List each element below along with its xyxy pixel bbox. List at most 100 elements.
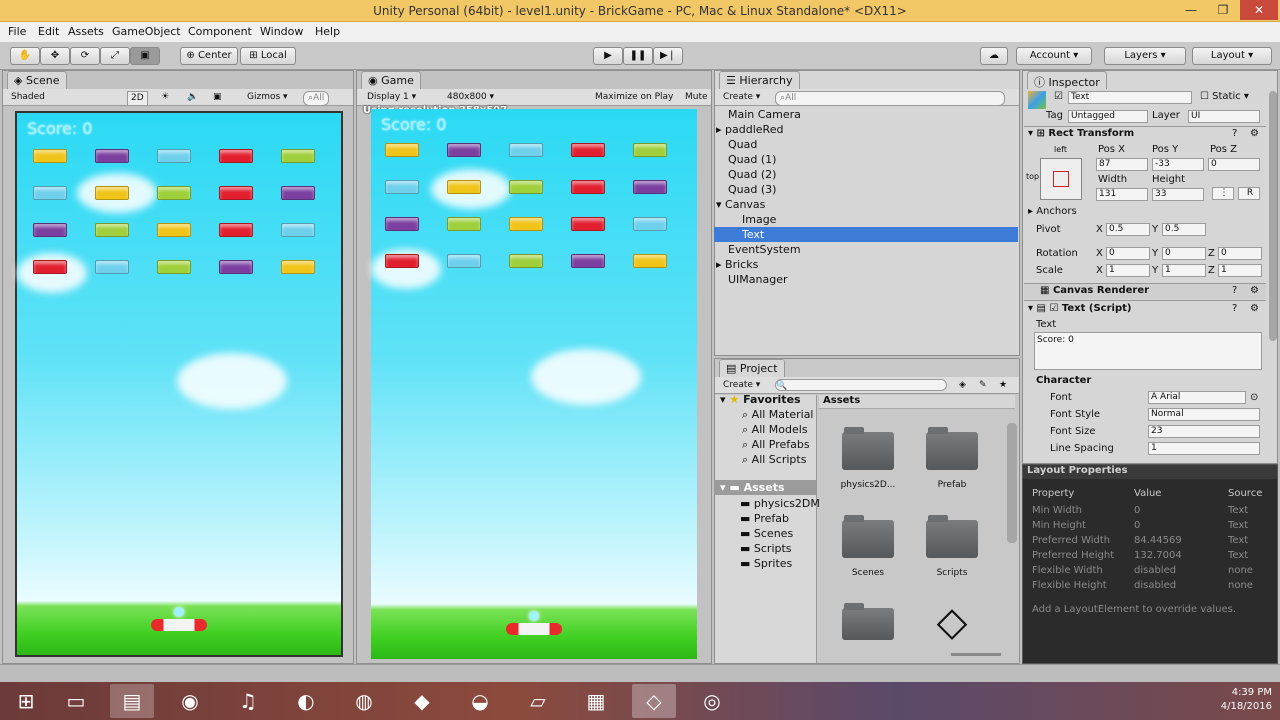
game-canvas[interactable]: Score: 0 — [371, 109, 697, 659]
menu-file[interactable]: File — [8, 25, 26, 38]
chrome-icon[interactable]: ◉ — [168, 684, 212, 718]
pivot-y-field[interactable]: 0.5 — [1162, 223, 1206, 236]
blender-icon[interactable]: ◒ — [458, 684, 502, 718]
static-toggle[interactable]: ☐ Static ▾ — [1200, 91, 1249, 102]
inkscape-icon[interactable]: ◆ — [400, 684, 444, 718]
expand-arrow-icon[interactable]: ▸ — [716, 123, 722, 136]
maximize-on-play-toggle[interactable]: Maximize on Play — [595, 91, 673, 104]
breadcrumb-assets[interactable]: Assets — [823, 395, 860, 406]
hierarchy-item[interactable]: Quad (2) — [728, 167, 776, 182]
pause-button[interactable]: ❚❚ — [623, 47, 653, 65]
collapse-arrow-icon[interactable]: ▾ — [716, 198, 722, 211]
menu-help[interactable]: Help — [315, 25, 340, 38]
menu-assets[interactable]: Assets — [68, 25, 104, 38]
tab-game[interactable]: ◉ Game — [361, 71, 421, 89]
hierarchy-item[interactable]: ▾ Canvas — [716, 197, 765, 212]
rotate-tool-icon[interactable]: ⟳ — [70, 47, 100, 65]
hierarchy-item[interactable]: Image — [742, 212, 776, 227]
minimize-button[interactable]: — — [1176, 0, 1206, 20]
menu-window[interactable]: Window — [260, 25, 303, 38]
hierarchy-item[interactable]: UIManager — [728, 272, 788, 287]
collapse-arrow-icon[interactable]: ▾ — [1028, 128, 1033, 139]
hand-tool-icon[interactable]: ✋ — [10, 47, 40, 65]
scale-x-field[interactable]: 1 — [1106, 264, 1150, 277]
firefox-icon[interactable]: ◍ — [342, 684, 386, 718]
hierarchy-create-dropdown[interactable]: Create ▾ — [723, 91, 760, 104]
active-checkbox[interactable]: ☑ — [1054, 91, 1063, 102]
cloud-icon[interactable]: ☁ — [980, 47, 1008, 65]
tag-dropdown[interactable]: Untagged — [1068, 110, 1148, 123]
hierarchy-item[interactable]: Quad (1) — [728, 152, 776, 167]
pivot-x-field[interactable]: 0.5 — [1106, 223, 1150, 236]
hierarchy-item[interactable]: Quad (3) — [728, 182, 776, 197]
blueprint-mode-button[interactable]: ⋮ — [1212, 187, 1234, 200]
asset-tree-item[interactable]: ▬ Sprites — [740, 556, 792, 571]
scene-canvas[interactable]: Score: 0 — [15, 111, 343, 657]
rotation-x-field[interactable]: 0 — [1106, 247, 1150, 260]
posy-field[interactable]: -33 — [1152, 158, 1204, 171]
tab-hierarchy[interactable]: ☰ Hierarchy — [719, 71, 800, 89]
scale-y-field[interactable]: 1 — [1162, 264, 1206, 277]
grid-app-icon[interactable]: ▦ — [574, 684, 618, 718]
settings-gear-icon[interactable]: ⚙ — [1250, 303, 1259, 314]
favorite-item[interactable]: ⌕ All Models — [742, 422, 808, 437]
move-tool-icon[interactable]: ✥ — [40, 47, 70, 65]
zoom-slider[interactable] — [951, 653, 1001, 656]
help-icon[interactable]: ? — [1232, 128, 1237, 139]
line-spacing-field[interactable]: 1 — [1148, 442, 1260, 455]
width-field[interactable]: 131 — [1096, 188, 1148, 201]
settings-gear-icon[interactable]: ⚙ — [1250, 128, 1259, 139]
shading-dropdown[interactable]: Shaded — [11, 91, 45, 104]
folder-icon[interactable] — [842, 427, 894, 470]
close-button[interactable]: ✕ — [1240, 0, 1278, 20]
tab-inspector[interactable]: ⓘ Inspector — [1027, 71, 1107, 89]
assets-root-item[interactable]: ▾ ▬ Assets — [714, 480, 816, 495]
favorites-header[interactable]: ▾ ★ Favorites — [720, 392, 801, 407]
gizmos-dropdown[interactable]: Gizmos ▾ — [247, 91, 288, 104]
tab-project[interactable]: ▤ Project — [719, 359, 785, 377]
menu-gameobject[interactable]: GameObject — [112, 25, 181, 38]
folder-icon[interactable] — [926, 427, 978, 470]
scale-tool-icon[interactable]: ⤢ — [100, 47, 130, 65]
system-clock[interactable]: 4:39 PM 4/18/2016 — [1196, 686, 1272, 714]
posz-field[interactable]: 0 — [1208, 158, 1260, 171]
rotation-z-field[interactable]: 0 — [1218, 247, 1262, 260]
explorer-icon[interactable]: ▭ — [54, 684, 98, 718]
2d-toggle[interactable]: 2D — [127, 91, 148, 106]
obs-icon[interactable]: ◐ — [284, 684, 328, 718]
file-manager-icon[interactable]: ▤ — [110, 684, 154, 718]
asset-tree-item[interactable]: ▬ Scenes — [740, 526, 793, 541]
expand-arrow-icon[interactable]: ▸ — [716, 258, 722, 271]
asset-tree-item[interactable]: ▬ physics2DM — [740, 496, 820, 511]
play-button[interactable]: ▶ — [593, 47, 623, 65]
step-button[interactable]: ▶❘ — [653, 47, 683, 65]
pivot-local-button[interactable]: ⊞ Local — [240, 47, 296, 65]
layer-dropdown[interactable]: UI — [1188, 110, 1260, 123]
collapse-arrow-icon[interactable]: ▾ — [720, 481, 726, 494]
folder-icon[interactable] — [842, 603, 894, 640]
audio-app-icon[interactable]: ♫ — [226, 684, 270, 718]
unity-taskbar-icon[interactable]: ◇ — [632, 684, 676, 718]
notepad-icon[interactable]: ▱ — [516, 684, 560, 718]
asset-tree-item[interactable]: ▬ Prefab — [740, 511, 789, 526]
project-scrollbar[interactable] — [1007, 423, 1017, 543]
project-search-input[interactable]: 🔍 — [775, 379, 947, 391]
hierarchy-item-selected[interactable]: Text — [714, 227, 1018, 242]
posx-field[interactable]: 87 — [1096, 158, 1148, 171]
restore-button[interactable]: ❐ — [1208, 0, 1238, 20]
favorite-item[interactable]: ⌕ All Prefabs — [742, 437, 810, 452]
font-field[interactable]: A Arial — [1148, 391, 1246, 404]
anchors-foldout[interactable]: ▸ Anchors — [1028, 206, 1077, 217]
filter-label-icon[interactable]: ✎ — [979, 379, 987, 392]
height-field[interactable]: 33 — [1152, 188, 1204, 201]
unity-logo-icon[interactable]: ◇ — [926, 598, 978, 646]
hierarchy-search-input[interactable]: ⌕All — [775, 91, 1005, 106]
filter-type-icon[interactable]: ◈ — [959, 379, 966, 392]
tab-scene[interactable]: ◈ Scene — [7, 71, 67, 89]
mute-toggle[interactable]: Mute — [685, 91, 708, 104]
inspector-scrollbar[interactable] — [1269, 91, 1277, 341]
network-app-icon[interactable]: ◎ — [690, 684, 734, 718]
collapse-arrow-icon[interactable]: ▾ — [1028, 303, 1033, 314]
rect-tool-icon[interactable]: ▣ — [130, 47, 160, 65]
start-windows-icon[interactable]: ⊞ — [4, 684, 48, 718]
